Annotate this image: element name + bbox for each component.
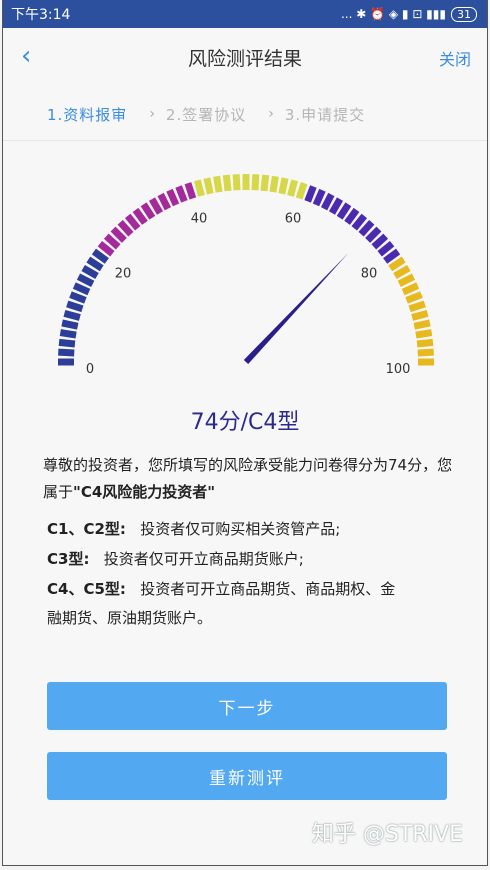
app-screen: 下午3:14 ... ✱ ⏰ ◈ ▮ ⊡ ▮▮▮ 31 ‹ 风险测评结果 关闭 … — [2, 0, 488, 866]
type-item: C3型: 投资者仅可开立商品期货账户; — [47, 544, 467, 574]
nav-bar: ‹ 风险测评结果 关闭 — [3, 28, 487, 86]
gauge-tick — [175, 185, 188, 203]
gauge-tick — [117, 219, 134, 237]
type-name: C1、C2型: — [47, 520, 126, 538]
type-name: C4、C5型: — [47, 580, 126, 598]
gauge-tick — [377, 240, 395, 257]
gauge-tick — [260, 174, 270, 192]
gauge-tick — [232, 174, 241, 191]
gauge-tick — [411, 309, 429, 321]
gauge-tick — [66, 300, 84, 313]
step-1: 1.资料报审 — [47, 105, 128, 124]
status-icons: ... ✱ ⏰ ◈ ▮ ⊡ ▮▮▮ 31 — [340, 6, 477, 22]
type-text-continued: 融期货、原油期货账户。 — [47, 609, 213, 627]
score-result: 74分/C4型 — [190, 410, 300, 435]
chevron-right-icon: › — [149, 106, 156, 122]
type-item: C1、C2型: 投资者仅可购买相关资管产品; — [47, 514, 467, 544]
gauge-tick — [61, 319, 79, 330]
gauge-tick — [97, 240, 115, 257]
gauge-tick — [103, 233, 121, 250]
gauge-tick-separator — [258, 174, 262, 191]
type-name: C3型: — [47, 550, 90, 568]
gauge-tick — [383, 248, 401, 264]
gauge-tick — [132, 207, 148, 225]
gauge-tick — [59, 329, 77, 339]
gauge-tick — [365, 226, 382, 243]
gauge-tick — [344, 207, 360, 225]
gauge-tick — [124, 213, 141, 231]
gauge-tick — [193, 179, 205, 197]
step-progress: 1.资料报审 › 2.签署协议 › 3.申请提交 — [3, 96, 487, 132]
gauge-tick — [269, 175, 279, 193]
step-2: 2.签署协议 — [165, 105, 247, 124]
gauge-tick-separator — [230, 174, 234, 191]
watermark: 知乎 @STRIVE — [311, 822, 463, 847]
type-text: 投资者仅可开立商品期货账户; — [103, 550, 304, 568]
gauge-tick-label: 20 — [115, 267, 132, 282]
gauge-tick — [413, 319, 431, 330]
status-time: 下午3:14 — [11, 7, 71, 23]
gauge-tick-label: 100 — [386, 362, 411, 377]
gauge-tick-label: 60 — [285, 211, 302, 226]
gauge-tick — [278, 177, 289, 195]
gauge-tick — [69, 291, 87, 304]
gauge-tick — [417, 348, 434, 357]
gauge-tick — [358, 219, 375, 237]
next-step-button[interactable]: 下一步 — [47, 682, 447, 730]
gauge-tick — [203, 177, 214, 195]
type-text: 投资者仅可购买相关资管产品; — [140, 520, 341, 538]
back-icon[interactable]: ‹ — [21, 42, 31, 70]
page-title: 风险测评结果 — [187, 47, 302, 70]
gauge-tick — [184, 182, 197, 200]
gauge-tick-separator — [58, 346, 75, 350]
gauge-tick — [371, 233, 389, 250]
gauge-tick — [351, 213, 368, 231]
gauge-tick — [91, 248, 109, 264]
investor-type-label: "C4风险能力投资者" — [73, 483, 216, 501]
result-description: 尊敬的投资者，您所填写的风险承受能力问卷得分为74分，您属于"C4风险能力投资者… — [43, 452, 463, 506]
gauge-tick — [287, 179, 299, 197]
gauge-tick — [58, 338, 76, 348]
status-bar: 下午3:14 ... ✱ ⏰ ◈ ▮ ⊡ ▮▮▮ 31 — [3, 0, 487, 28]
close-button[interactable]: 关闭 — [439, 46, 471, 70]
gauge-tick-label: 40 — [191, 211, 208, 226]
step-3: 3.申请提交 — [284, 105, 366, 124]
gauge-tick — [295, 182, 308, 200]
gauge-tick — [405, 291, 423, 304]
retest-button[interactable]: 重新测评 — [47, 752, 447, 800]
gauge-tick — [213, 175, 223, 193]
chevron-right-icon: › — [268, 106, 275, 122]
gauge-tick — [408, 300, 426, 313]
risk-score-gauge: 0 20 40 60 80 100 — [58, 174, 434, 377]
gauge-tick — [304, 185, 317, 203]
gauge-tick-label: 0 — [86, 362, 94, 377]
type-text: 投资者可开立商品期货、商品期权、金 — [140, 580, 396, 598]
type-item: C4、C5型: 投资者可开立商品期货、商品期权、金 — [47, 574, 467, 604]
gauge-tick — [415, 329, 433, 339]
divider — [3, 140, 487, 141]
gauge-tick — [58, 348, 75, 357]
gauge-tick — [416, 338, 434, 348]
gauge-tick — [110, 226, 127, 243]
type-list: C1、C2型: 投资者仅可购买相关资管产品; C3型: 投资者仅可开立商品期货账… — [47, 514, 467, 632]
gauge-tick — [251, 174, 260, 191]
system-icons: ... ✱ ⏰ ◈ ▮ ⊡ ▮▮▮ — [340, 7, 446, 21]
gauge-needle — [243, 252, 349, 365]
gauge-tick — [63, 309, 81, 321]
gauge-tick-label: 80 — [361, 267, 378, 282]
gauge-tick — [222, 174, 232, 192]
battery-icon: 31 — [451, 6, 477, 22]
gauge-tick-separator — [417, 346, 434, 350]
